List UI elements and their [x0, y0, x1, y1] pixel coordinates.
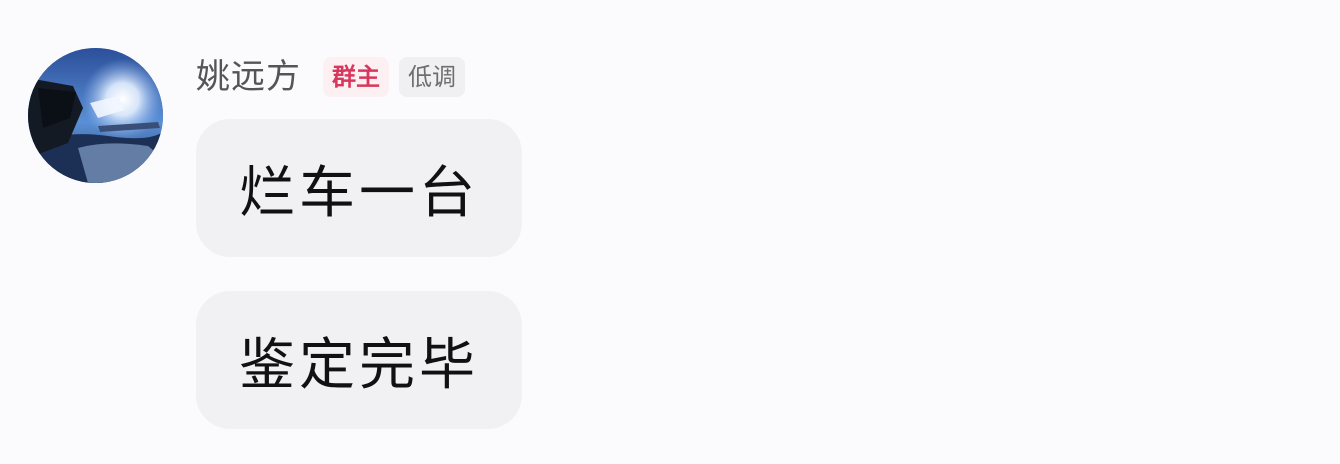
message-bubble[interactable]: 烂车一台	[196, 119, 522, 257]
message-text: 烂车一台	[239, 160, 479, 226]
message-text: 鉴定完毕	[239, 332, 479, 398]
avatar-image	[28, 48, 163, 183]
message-header: 姚远方 群主 低调	[196, 54, 475, 100]
group-owner-badge: 群主	[323, 57, 389, 97]
sender-name[interactable]: 姚远方	[196, 54, 301, 100]
member-title-badge: 低调	[399, 57, 465, 97]
chat-message-group: 姚远方 群主 低调 烂车一台 鉴定完毕	[0, 0, 1340, 464]
message-bubble[interactable]: 鉴定完毕	[196, 291, 522, 429]
avatar[interactable]	[28, 48, 163, 183]
